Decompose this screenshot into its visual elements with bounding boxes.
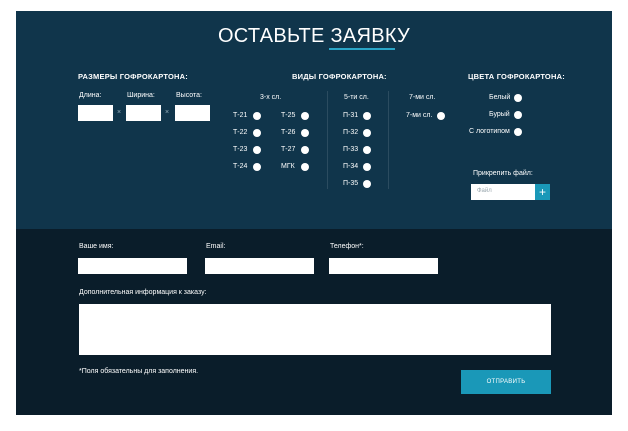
type-option-label: МГК xyxy=(281,163,295,170)
length-input[interactable] xyxy=(78,105,113,121)
width-label: Ширина: xyxy=(127,92,155,99)
email-input[interactable] xyxy=(205,258,314,274)
type-option-label: Т-24 xyxy=(233,163,248,170)
type-p35-radio[interactable] xyxy=(363,180,371,188)
type-option-label: 7-ми сл. xyxy=(406,112,433,119)
type-option-label: П-34 xyxy=(343,163,359,170)
type-option-label: Т-22 xyxy=(233,129,248,136)
phone-input[interactable] xyxy=(329,258,438,274)
type-t21-radio[interactable] xyxy=(253,112,261,120)
type-t23-radio[interactable] xyxy=(253,146,261,154)
color-brown-radio[interactable] xyxy=(514,111,522,119)
size-separator: × xyxy=(117,109,122,116)
name-input[interactable] xyxy=(78,258,187,274)
type-p34-radio[interactable] xyxy=(363,163,371,171)
email-label: Email: xyxy=(206,243,226,250)
color-option-label: С логотипом xyxy=(469,128,510,135)
form-title: ОСТАВЬТЕ ЗАЯВКУ xyxy=(217,25,411,47)
length-label: Длина: xyxy=(79,92,102,99)
submit-button[interactable]: ОТПРАВИТЬ xyxy=(461,370,551,394)
file-placeholder: Файл xyxy=(477,188,492,194)
type-t25-radio[interactable] xyxy=(301,112,309,120)
type-option-label: Т-26 xyxy=(281,129,296,136)
title-underline xyxy=(329,48,395,50)
type-p32-radio[interactable] xyxy=(363,129,371,137)
size-separator: × xyxy=(165,109,170,116)
name-label: Ваше имя: xyxy=(79,243,114,250)
type-p33-radio[interactable] xyxy=(363,146,371,154)
color-option-label: Бурый xyxy=(489,111,510,118)
colors-heading: ЦВЕТА ГОФРОКАРТОНА: xyxy=(468,72,565,81)
column-divider xyxy=(388,91,389,189)
order-form-panel: ОСТАВЬТЕ ЗАЯВКУ РАЗМЕРЫ ГОФРОКАРТОНА: Дл… xyxy=(16,11,612,415)
type-seven-layer-radio[interactable] xyxy=(437,112,445,120)
type-option-label: П-31 xyxy=(343,112,359,119)
type-t26-radio[interactable] xyxy=(301,129,309,137)
type-t22-radio[interactable] xyxy=(253,129,261,137)
type-option-label: Т-21 xyxy=(233,112,248,119)
type-option-label: Т-23 xyxy=(233,146,248,153)
type-t24-radio[interactable] xyxy=(253,163,261,171)
extra-info-label: Дополнительная информация к заказу: xyxy=(79,289,207,296)
color-option-label: Белый xyxy=(489,94,511,101)
height-label: Высота: xyxy=(176,92,202,99)
type-t27-radio[interactable] xyxy=(301,146,309,154)
column-divider xyxy=(327,91,328,189)
width-input[interactable] xyxy=(126,105,161,121)
type-option-label: П-35 xyxy=(343,180,359,187)
seven-layer-heading: 7-ми сл. xyxy=(409,94,436,101)
type-option-label: Т-25 xyxy=(281,112,296,119)
extra-info-textarea[interactable] xyxy=(79,304,551,355)
height-input[interactable] xyxy=(175,105,210,121)
five-layer-heading: 5-ти сл. xyxy=(344,94,369,101)
three-layer-heading: 3-х сл. xyxy=(260,94,282,101)
type-option-label: П-33 xyxy=(343,146,359,153)
color-logo-radio[interactable] xyxy=(514,128,522,136)
type-option-label: Т-27 xyxy=(281,146,296,153)
sizes-heading: РАЗМЕРЫ ГОФРОКАРТОНА: xyxy=(78,72,188,81)
required-note: *Поля обязательны для заполнения. xyxy=(79,368,199,375)
type-option-label: П-32 xyxy=(343,129,359,136)
phone-label: Телефон*: xyxy=(330,243,364,250)
attach-file-button[interactable]: + xyxy=(535,184,550,200)
attach-file-label: Прикрепить файл: xyxy=(473,170,533,177)
type-mgk-radio[interactable] xyxy=(301,163,309,171)
color-white-radio[interactable] xyxy=(514,94,522,102)
type-p31-radio[interactable] xyxy=(363,112,371,120)
types-heading: ВИДЫ ГОФРОКАРТОНА: xyxy=(292,72,387,81)
